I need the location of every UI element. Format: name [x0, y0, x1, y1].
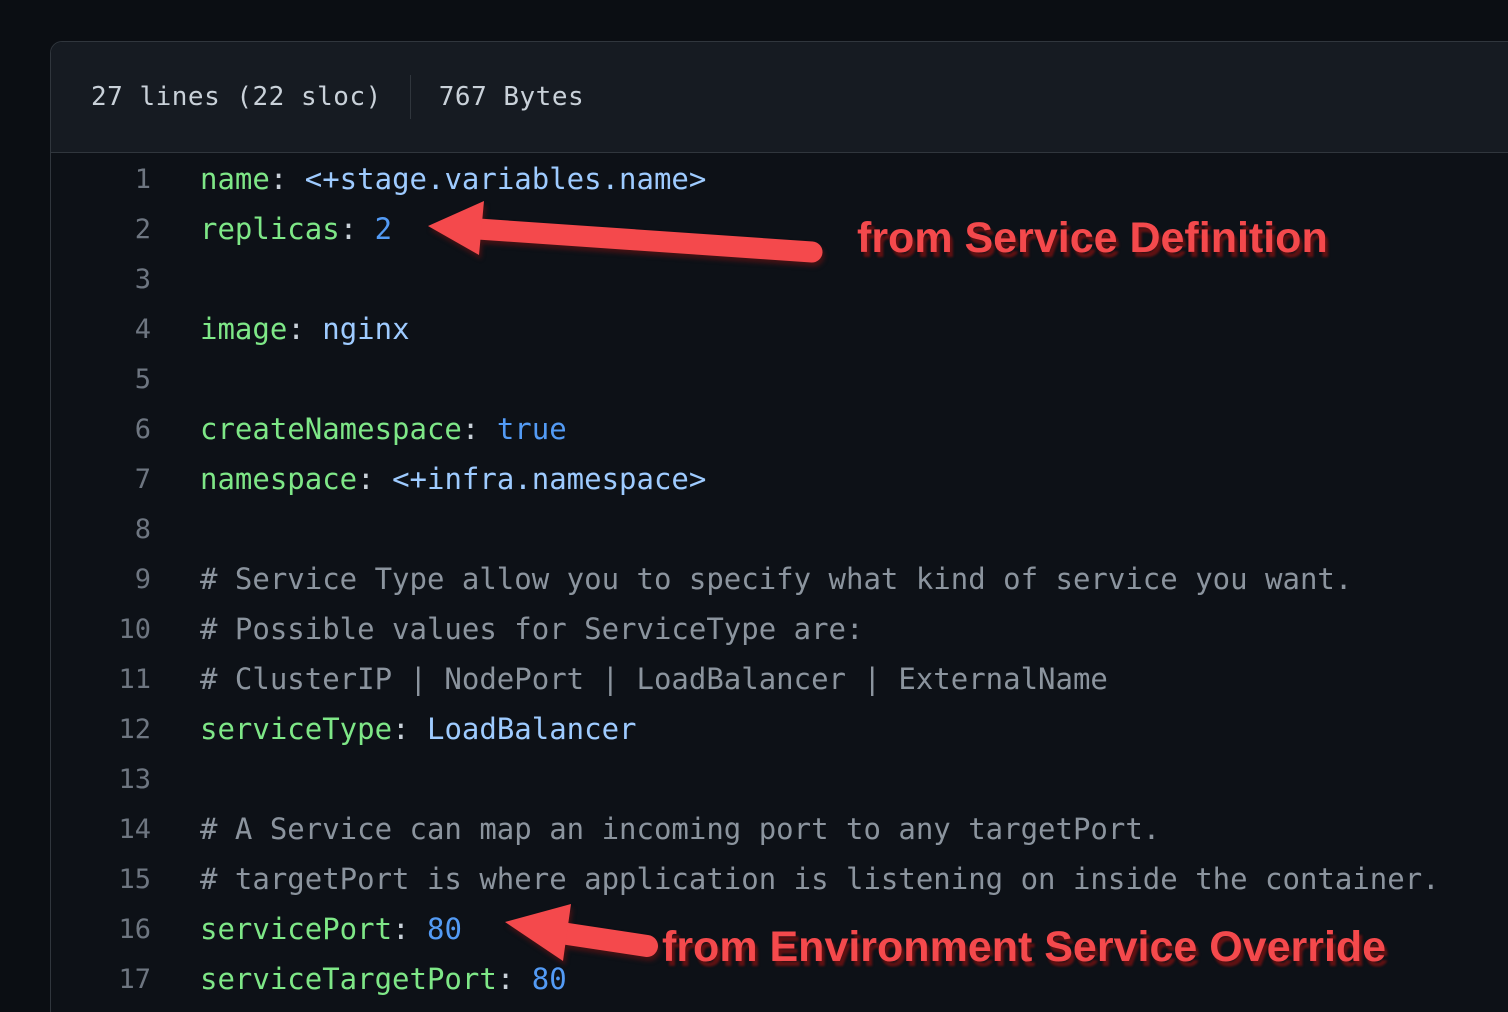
environment-override-arrow — [495, 893, 675, 973]
line-number[interactable]: 9 — [51, 564, 151, 595]
line-number[interactable]: 5 — [51, 364, 151, 395]
line-number[interactable]: 14 — [51, 814, 151, 845]
code-text: # A Service can map an incoming port to … — [151, 812, 1160, 846]
code-text: servicePort: 80 — [151, 912, 462, 946]
code-line: 13 — [51, 754, 1508, 804]
line-number[interactable]: 1 — [51, 164, 151, 195]
service-definition-annotation: from Service Definition — [857, 214, 1328, 263]
line-number[interactable]: 2 — [51, 214, 151, 245]
line-number[interactable]: 15 — [51, 864, 151, 895]
code-line: 9# Service Type allow you to specify wha… — [51, 554, 1508, 604]
file-viewer: 27 lines (22 sloc) 767 Bytes 1name: <+st… — [50, 41, 1508, 1012]
line-number[interactable]: 3 — [51, 264, 151, 295]
code-line: 6createNamespace: true — [51, 404, 1508, 454]
service-definition-arrow — [420, 193, 830, 273]
line-number[interactable]: 10 — [51, 614, 151, 645]
code-line: 14# A Service can map an incoming port t… — [51, 804, 1508, 854]
line-number[interactable]: 16 — [51, 914, 151, 945]
line-number[interactable]: 11 — [51, 664, 151, 695]
line-number[interactable]: 12 — [51, 714, 151, 745]
code-text: # Service Type allow you to specify what… — [151, 562, 1352, 596]
code-text: name: <+stage.variables.name> — [151, 162, 706, 196]
code-text: serviceType: LoadBalancer — [151, 712, 637, 746]
line-number[interactable]: 7 — [51, 464, 151, 495]
code-line: 11# ClusterIP | NodePort | LoadBalancer … — [51, 654, 1508, 704]
header-divider — [410, 75, 411, 119]
line-number[interactable]: 8 — [51, 514, 151, 545]
line-number[interactable]: 4 — [51, 314, 151, 345]
code-text: # Possible values for ServiceType are: — [151, 612, 863, 646]
code-line: 5 — [51, 354, 1508, 404]
blob-header: 27 lines (22 sloc) 767 Bytes — [51, 42, 1508, 153]
line-number[interactable]: 6 — [51, 414, 151, 445]
line-number[interactable]: 13 — [51, 764, 151, 795]
code-line: 7namespace: <+infra.namespace> — [51, 454, 1508, 504]
code-line: 15# targetPort is where application is l… — [51, 854, 1508, 904]
code-text: # targetPort is where application is lis… — [151, 862, 1440, 896]
code-text: replicas: 2 — [151, 212, 392, 246]
code-line: 4image: nginx — [51, 304, 1508, 354]
code-text: createNamespace: true — [151, 412, 567, 446]
environment-override-annotation: from Environment Service Override — [662, 923, 1386, 972]
file-line-count: 27 lines (22 sloc) — [91, 82, 382, 112]
code-line: 10# Possible values for ServiceType are: — [51, 604, 1508, 654]
code-block: 1name: <+stage.variables.name>2replicas:… — [51, 153, 1508, 1004]
code-line: 8 — [51, 504, 1508, 554]
code-text: # ClusterIP | NodePort | LoadBalancer | … — [151, 662, 1108, 696]
code-text: image: nginx — [151, 312, 410, 346]
file-size: 767 Bytes — [439, 82, 584, 112]
line-number[interactable]: 17 — [51, 964, 151, 995]
code-line: 12serviceType: LoadBalancer — [51, 704, 1508, 754]
code-text: namespace: <+infra.namespace> — [151, 462, 706, 496]
